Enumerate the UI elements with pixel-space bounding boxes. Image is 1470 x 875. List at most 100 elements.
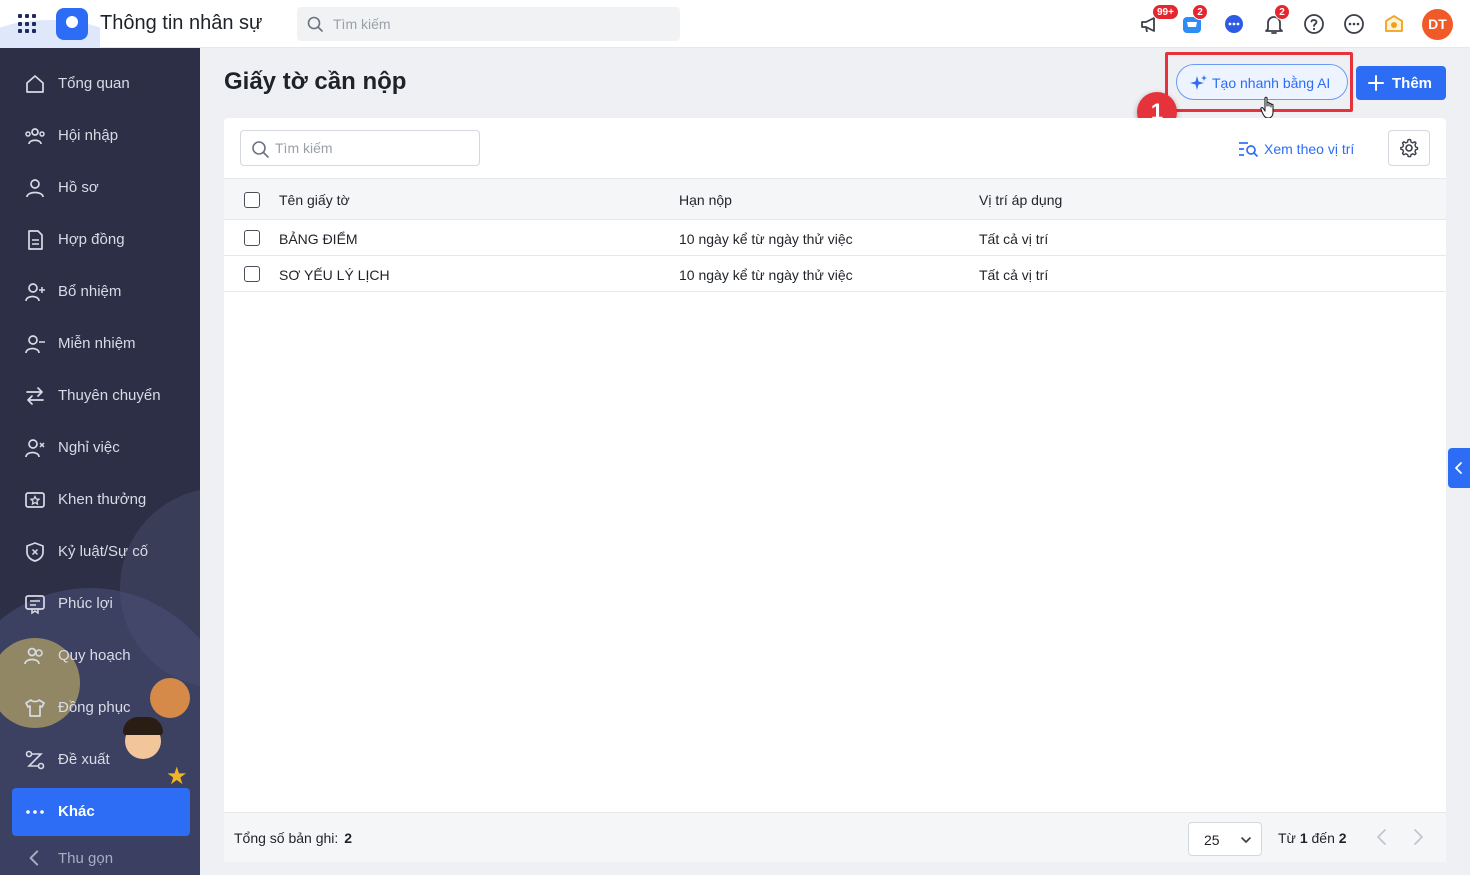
total-records-value: 2 [344, 830, 353, 846]
sidebar-item-onboarding[interactable]: Hội nhập [12, 112, 190, 160]
help-icon [1304, 14, 1324, 34]
next-page-icon[interactable] [1410, 827, 1426, 847]
chevron-left-icon [29, 850, 39, 866]
search-icon [307, 16, 323, 32]
sidebar-item-benefit[interactable]: Phúc lợi [12, 580, 190, 628]
row-checkbox[interactable] [244, 266, 260, 282]
announcement-badge: 99+ [1152, 4, 1179, 20]
lantern-icon [1385, 15, 1403, 32]
sidebar-item-label: Quy hoạch [58, 647, 131, 664]
sidebar-item-proposal[interactable]: Đề xuất [12, 736, 190, 784]
documents-panel: Xem theo vị trí Tên giấy tờ Hạn nộp Vị t… [224, 118, 1446, 862]
right-panel-toggle[interactable] [1448, 448, 1470, 488]
sidebar-item-overview[interactable]: Tổng quan [12, 60, 190, 108]
cell-document-name: BẢNG ĐIỂM [279, 231, 358, 247]
sidebar-item-other[interactable]: Khác [12, 788, 190, 836]
row-checkbox[interactable] [244, 230, 260, 246]
more-dots-icon [26, 810, 44, 814]
help-button[interactable] [1302, 12, 1326, 36]
previous-page-icon[interactable] [1374, 827, 1390, 847]
benefit-icon [25, 595, 45, 615]
announcement-button[interactable]: 99+ [1138, 4, 1179, 36]
select-all-checkbox[interactable] [244, 192, 260, 208]
table-search[interactable] [240, 130, 480, 166]
table-row[interactable]: SƠ YẾU LÝ LỊCH 10 ngày kể từ ngày thử vi… [224, 256, 1446, 292]
table-footer: Tổng số bản ghi: 2 25 Từ 1 đến 2 [224, 812, 1446, 862]
range-mid: đến [1311, 830, 1335, 846]
reward-icon [25, 492, 45, 508]
column-header-deadline[interactable]: Hạn nộp [679, 192, 732, 208]
cell-position: Tất cả vị trí [979, 231, 1049, 247]
shirt-icon [25, 699, 45, 717]
sidebar-item-discipline[interactable]: Kỷ luật/Sự cố [12, 528, 190, 576]
table-row[interactable]: BẢNG ĐIỂM 10 ngày kể từ ngày thử việc Tấ… [224, 220, 1446, 256]
chat-button[interactable] [1222, 12, 1246, 36]
cell-position: Tất cả vị trí [979, 267, 1049, 283]
sidebar-item-label: Khen thưởng [58, 491, 147, 508]
sidebar-item-appointment[interactable]: Bổ nhiệm [12, 268, 190, 316]
chevron-down-icon [1241, 837, 1251, 843]
sidebar-item-profile[interactable]: Hồ sơ [12, 164, 190, 212]
sidebar-item-label: Thuyên chuyển [58, 387, 161, 404]
sidebar-item-label: Miễn nhiệm [58, 335, 136, 352]
sidebar-item-label: Kỷ luật/Sự cố [58, 543, 149, 560]
view-by-position-label: Xem theo vị trí [1264, 141, 1355, 157]
range-prefix: Từ [1278, 830, 1296, 846]
page-size-select[interactable]: 25 [1188, 822, 1262, 856]
sidebar-item-uniform[interactable]: Đồng phục [12, 684, 190, 732]
avatar[interactable]: DT [1422, 9, 1453, 40]
sidebar-item-reward[interactable]: Khen thưởng [12, 476, 190, 524]
document-icon [28, 230, 43, 250]
notification-badge: 2 [1274, 4, 1290, 20]
table-header: Tên giấy tờ Hạn nộp Vị trí áp dụng [224, 178, 1446, 220]
page-size-value: 25 [1204, 832, 1220, 848]
cart-button[interactable]: 2 [1180, 4, 1208, 36]
view-by-position-link[interactable]: Xem theo vị trí [1238, 138, 1354, 160]
user-remove-icon [25, 335, 45, 354]
sidebar-item-label: Hội nhập [58, 127, 119, 144]
sidebar-item-label: Nghỉ việc [58, 439, 120, 456]
plus-icon [1368, 75, 1384, 91]
add-button[interactable]: Thêm [1356, 66, 1446, 100]
app-title: Thông tin nhân sự [100, 12, 263, 34]
group-icon [25, 128, 45, 145]
top-bar: Thông tin nhân sự 99+ 2 2 DT [0, 0, 1470, 48]
list-search-icon [1239, 142, 1258, 157]
cell-deadline: 10 ngày kể từ ngày thử việc [679, 231, 853, 247]
sidebar: ★ Tổng quan Hội nhập Hồ sơ Hợp đồng Bổ n… [0, 48, 200, 875]
user-icon [26, 179, 44, 198]
lantern-event-button[interactable] [1382, 12, 1406, 36]
proposal-icon [25, 750, 45, 770]
cart-badge: 2 [1192, 4, 1208, 20]
table-search-input[interactable] [275, 131, 475, 165]
total-records: Tổng số bản ghi: 2 [234, 830, 352, 846]
sidebar-collapse-button[interactable]: Thu gọn [0, 841, 200, 875]
cell-document-name: SƠ YẾU LÝ LỊCH [279, 267, 390, 283]
notification-button[interactable]: 2 [1262, 4, 1290, 36]
sidebar-item-dismissal[interactable]: Miễn nhiệm [12, 320, 190, 368]
more-options-button[interactable] [1342, 12, 1366, 36]
add-button-label: Thêm [1392, 75, 1433, 92]
sidebar-item-contract[interactable]: Hợp đồng [12, 216, 190, 264]
users-plan-icon [24, 647, 43, 665]
sidebar-item-label: Đề xuất [58, 751, 110, 768]
sidebar-item-resignation[interactable]: Nghỉ việc [12, 424, 190, 472]
range-to: 2 [1338, 830, 1347, 846]
apps-grid-icon[interactable] [18, 14, 38, 34]
sidebar-item-transfer[interactable]: Thuyên chuyển [12, 372, 190, 420]
column-header-position[interactable]: Vị trí áp dụng [979, 192, 1062, 208]
page-range: Từ 1 đến 2 [1278, 830, 1347, 846]
more-circle-icon [1344, 14, 1364, 34]
sidebar-item-planning[interactable]: Quy hoạch [12, 632, 190, 680]
sidebar-item-label: Tổng quan [58, 75, 130, 92]
global-search-input[interactable] [333, 7, 663, 41]
app-logo [56, 8, 88, 40]
sidebar-item-label: Bổ nhiệm [58, 283, 122, 300]
range-from: 1 [1299, 830, 1308, 846]
sidebar-item-label: Phúc lợi [58, 595, 113, 612]
shield-x-icon [26, 542, 44, 562]
highlight-box [1165, 52, 1353, 112]
column-header-document-name[interactable]: Tên giấy tờ [279, 192, 350, 208]
table-settings-button[interactable] [1388, 130, 1430, 166]
global-search[interactable] [297, 7, 680, 41]
